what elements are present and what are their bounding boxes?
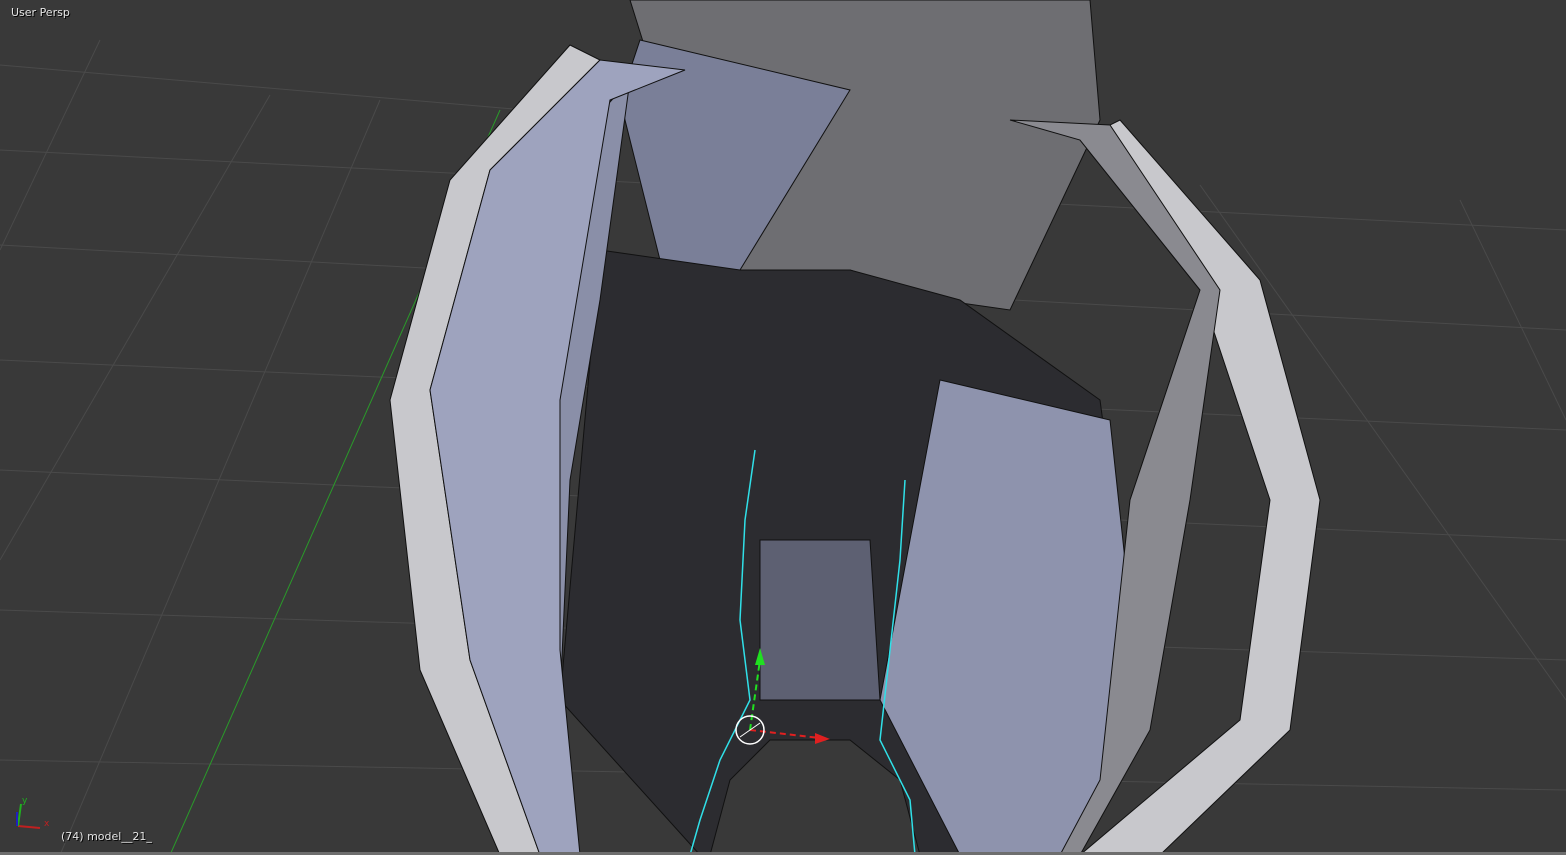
- object-info-label: (74) model__21_: [61, 830, 152, 843]
- axis-x-label: x: [44, 819, 50, 829]
- scene-canvas[interactable]: x y: [0, 0, 1566, 855]
- 3d-viewport[interactable]: x y User Persp (74) model__21_: [0, 0, 1566, 855]
- mesh-model[interactable]: [389, 0, 1321, 855]
- axis-y-label: y: [22, 796, 28, 806]
- mesh-interior-mid: [759, 539, 881, 701]
- view-name-label: User Persp: [11, 6, 70, 19]
- axis-gizmo: x y: [16, 796, 50, 829]
